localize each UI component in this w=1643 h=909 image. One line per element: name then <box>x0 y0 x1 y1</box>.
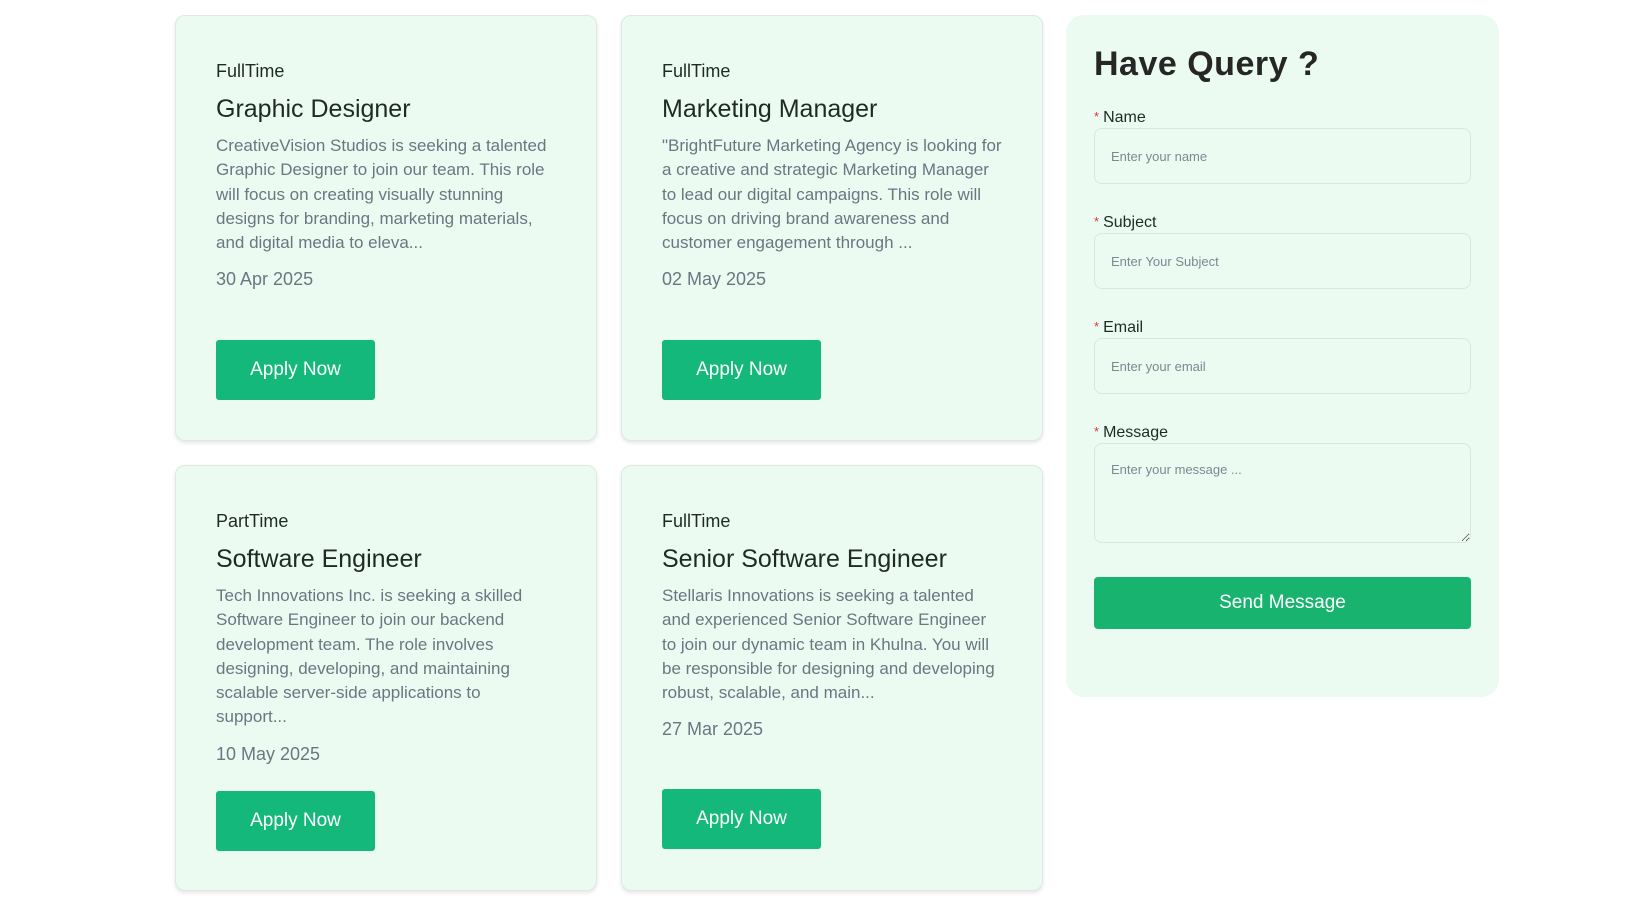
query-form: Have Query ? *Name *Subject *Email *Mess… <box>1066 15 1499 697</box>
job-card-software-engineer: PartTime Software Engineer Tech Innovati… <box>175 465 597 891</box>
name-label-text: Name <box>1103 109 1146 126</box>
message-field-label: * Message <box>1094 424 1168 441</box>
job-card-graphic-designer: FullTime Graphic Designer CreativeVision… <box>175 15 597 441</box>
subject-label-text: Subject <box>1103 214 1157 231</box>
apply-now-button[interactable]: Apply Now <box>662 789 821 849</box>
job-date: 10 May 2025 <box>216 743 321 764</box>
job-type: FullTime <box>662 511 731 531</box>
job-title: Software Engineer <box>216 545 422 573</box>
job-type: FullTime <box>216 61 285 81</box>
required-marker: * <box>1094 319 1100 334</box>
job-card-marketing-manager: FullTime Marketing Manager "BrightFuture… <box>621 15 1043 441</box>
query-form-title: Have Query ? <box>1094 45 1320 83</box>
email-field-label: * Email <box>1094 319 1143 336</box>
job-title: Senior Software Engineer <box>662 545 947 573</box>
job-card-senior-software-engineer: FullTime Senior Software Engineer Stella… <box>621 465 1043 891</box>
job-description: "BrightFuture Marketing Agency is lookin… <box>662 136 1002 253</box>
apply-now-button[interactable]: Apply Now <box>216 791 375 851</box>
job-date: 02 May 2025 <box>662 269 767 290</box>
job-title: Graphic Designer <box>216 95 411 123</box>
subject-field-label: * Subject <box>1094 214 1156 231</box>
careers-page: FullTime Graphic Designer CreativeVision… <box>0 0 1643 909</box>
email-field[interactable] <box>1094 338 1471 394</box>
email-label-text: Email <box>1103 319 1144 336</box>
name-field[interactable] <box>1094 128 1471 184</box>
required-marker: * <box>1094 424 1100 439</box>
message-label-text: Message <box>1103 424 1168 441</box>
required-marker: * <box>1094 214 1100 229</box>
required-marker: * <box>1094 109 1100 124</box>
job-date: 27 Mar 2025 <box>662 719 764 740</box>
apply-now-button[interactable]: Apply Now <box>662 340 821 400</box>
apply-now-button[interactable]: Apply Now <box>216 340 375 400</box>
send-message-button[interactable]: Send Message <box>1094 577 1471 629</box>
job-type: PartTime <box>216 511 289 531</box>
job-title: Marketing Manager <box>662 95 878 123</box>
job-description: Stellaris Innovations is seeking a talen… <box>662 586 995 703</box>
job-description: Tech Innovations Inc. is seeking a skill… <box>216 586 523 727</box>
subject-field[interactable] <box>1094 233 1471 289</box>
job-type: FullTime <box>662 61 731 81</box>
job-list: FullTime Graphic Designer CreativeVision… <box>175 15 1043 891</box>
message-field[interactable] <box>1094 443 1471 543</box>
job-date: 30 Apr 2025 <box>216 269 314 290</box>
name-field-label: * Name <box>1094 109 1146 126</box>
job-description: CreativeVision Studios is seeking a tale… <box>216 136 547 253</box>
